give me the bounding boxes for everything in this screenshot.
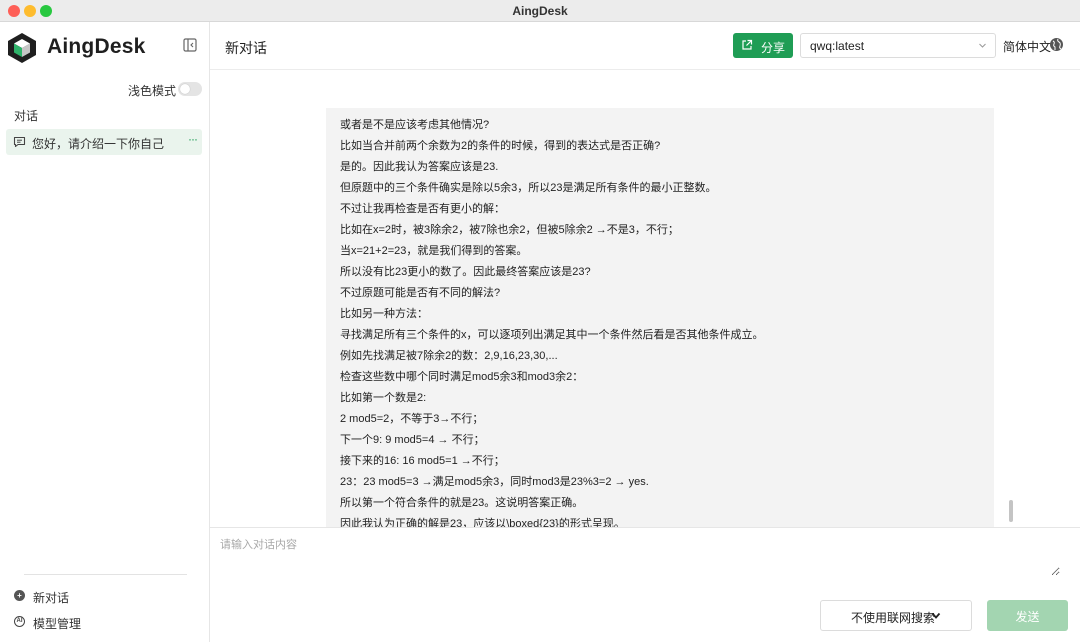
conversations-heading: 对话 bbox=[14, 109, 39, 123]
message-line: 例如先找满足被7除余2的数：2,9,16,23,30,... bbox=[340, 350, 558, 362]
message-line: 寻找满足所有三个条件的x，可以逐项列出满足其中一个条件然后看是否其他条件成立。 bbox=[340, 329, 764, 341]
app-window: AingDesk AingDesk 浅色模式 对话 您好，请介绍一下你自己 ··… bbox=[0, 0, 1080, 642]
message-line: 2 mod5=2，不等于3→不行； bbox=[340, 413, 484, 425]
send-button[interactable]: 发送 bbox=[987, 600, 1068, 631]
message-line: 是的。因此我认为答案应该是23. bbox=[340, 161, 499, 173]
message-input[interactable] bbox=[220, 536, 1060, 576]
plus-circle-icon: + bbox=[14, 590, 25, 601]
composer: 不使用联网搜索 发送 bbox=[210, 527, 1080, 642]
brand-name: AingDesk bbox=[47, 35, 146, 58]
message-scrollbar[interactable] bbox=[1009, 500, 1013, 522]
new-chat-label: 新对话 bbox=[33, 591, 70, 605]
page-title: 新对话 bbox=[225, 40, 267, 56]
language-label[interactable]: 简体中文 bbox=[1003, 38, 1051, 55]
message-line: 所以没有比23更小的数了。因此最终答案应该是23? bbox=[340, 266, 591, 278]
main-header: 新对话 分享 qwq:latest 简体中文 bbox=[210, 22, 1080, 70]
message-line: 或者是不是应该考虑其他情况? bbox=[340, 119, 490, 131]
conversation-item-label: 您好，请介绍一下你自己 bbox=[32, 137, 165, 151]
message-line: 比如第一个数是2: bbox=[340, 392, 427, 404]
model-select-value: qwq:latest bbox=[810, 39, 865, 53]
more-options-icon[interactable]: ··· bbox=[188, 132, 198, 146]
message-line: 检查这些数中哪个同时满足mod5余3和mod3余2： bbox=[340, 371, 584, 383]
ai-icon: AI bbox=[14, 616, 25, 627]
chevron-down-icon bbox=[931, 612, 941, 619]
globe-icon[interactable] bbox=[1049, 37, 1064, 52]
model-manage-label: 模型管理 bbox=[33, 617, 82, 631]
message-line: 因此我认为正确的解是23，应该以\boxed{23}的形式呈现。 bbox=[340, 518, 625, 527]
message-line: 所以第一个符合条件的就是23。这说明答案正确。 bbox=[340, 497, 584, 509]
share-button[interactable]: 分享 bbox=[733, 33, 793, 58]
theme-mode-toggle[interactable] bbox=[178, 82, 202, 96]
sidebar-collapse-icon[interactable] bbox=[183, 38, 197, 52]
theme-mode-label: 浅色模式 bbox=[128, 84, 177, 98]
message-line: 下一个9: 9 mod5=4 → 不行； bbox=[340, 434, 485, 446]
web-search-dropdown[interactable]: 不使用联网搜索 bbox=[820, 600, 972, 631]
message-area: 或者是不是应该考虑其他情况? 比如当合并前两个余数为2的条件的时候，得到的表达式… bbox=[210, 70, 1080, 527]
message-line: 不过原题可能是否有不同的解法? bbox=[340, 287, 501, 299]
sidebar: AingDesk 浅色模式 对话 您好，请介绍一下你自己 ··· + 新对话 A… bbox=[0, 22, 210, 642]
chat-bubble-icon bbox=[13, 136, 26, 148]
assistant-message: 或者是不是应该考虑其他情况? 比如当合并前两个余数为2的条件的时候，得到的表达式… bbox=[326, 108, 994, 527]
aingdesk-logo-icon bbox=[8, 33, 36, 63]
web-search-label: 不使用联网搜索 bbox=[851, 611, 936, 625]
message-line: 接下来的16: 16 mod5=1 →不行； bbox=[340, 455, 505, 467]
message-line: 比如另一种方法： bbox=[340, 308, 428, 320]
message-line: 但原题中的三个条件确实是除以5余3，所以23是满足所有条件的最小正整数。 bbox=[340, 182, 717, 194]
message-line: 比如在x=2时，被3除余2，被7除也余2，但被5除余2 →不是3，不行； bbox=[340, 224, 679, 236]
send-label: 发送 bbox=[1015, 610, 1040, 624]
sidebar-divider bbox=[24, 574, 187, 575]
message-line: 当x=21+2=23，就是我们得到的答案。 bbox=[340, 245, 528, 257]
message-line: 比如当合并前两个余数为2的条件的时候，得到的表达式是否正确? bbox=[340, 140, 661, 152]
message-line: 不过让我再检查是否有更小的解： bbox=[340, 203, 505, 215]
share-label: 分享 bbox=[761, 41, 786, 55]
message-line: 23：23 mod5=3 →满足mod5余3，同时mod3是23%3=2 → y… bbox=[340, 476, 649, 488]
model-select[interactable]: qwq:latest bbox=[800, 33, 996, 58]
title-bar: AingDesk bbox=[0, 0, 1080, 22]
window-title: AingDesk bbox=[512, 4, 568, 18]
share-icon bbox=[742, 39, 753, 50]
chevron-down-icon bbox=[979, 43, 986, 48]
conversation-item[interactable]: 您好，请介绍一下你自己 ··· bbox=[6, 129, 202, 155]
